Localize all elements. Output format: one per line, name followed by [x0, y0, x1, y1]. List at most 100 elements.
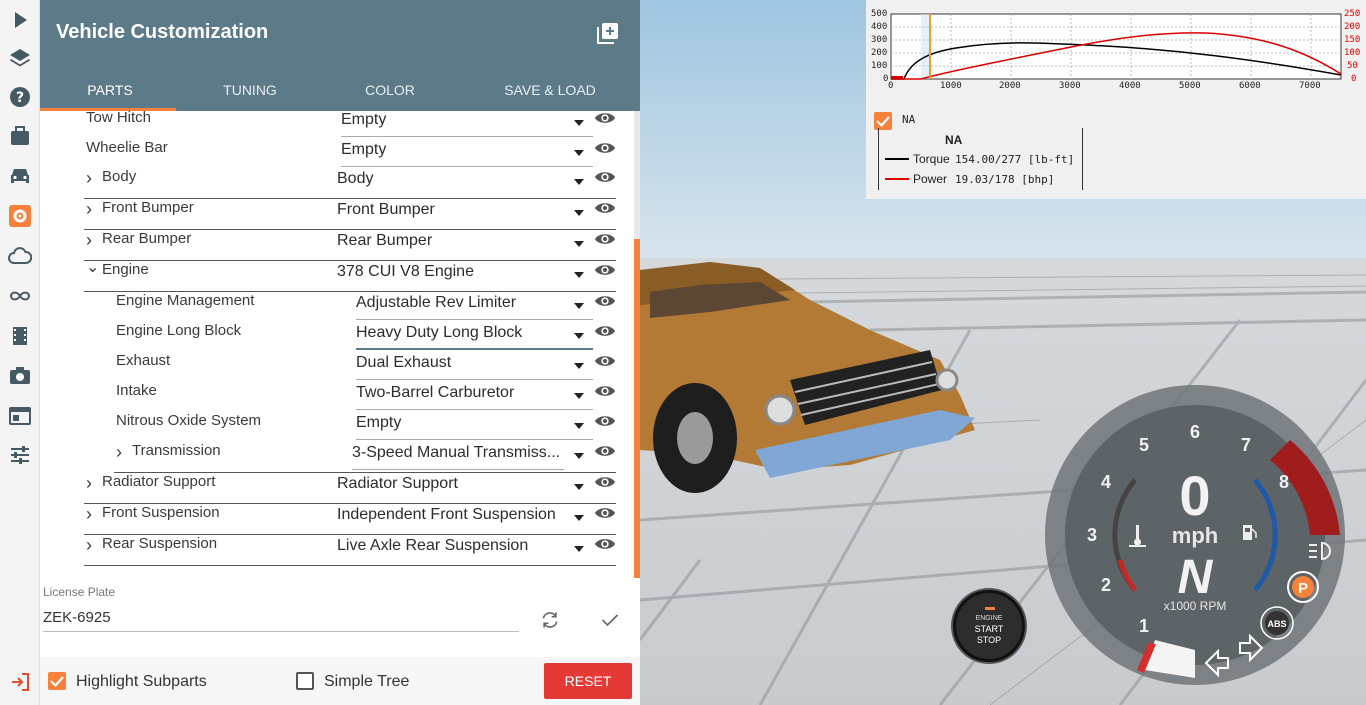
part-select[interactable]: Heavy Duty Long Block — [356, 324, 593, 350]
tab-parts[interactable]: PARTS — [40, 68, 180, 111]
dropdown-caret-icon[interactable] — [574, 453, 584, 459]
part-select[interactable]: Empty — [341, 141, 593, 167]
part-select[interactable]: Rear Bumper — [337, 232, 593, 258]
part-row: Engine Long Block Heavy Duty Long Block — [84, 322, 616, 352]
expand-chevron-icon[interactable]: › — [86, 504, 98, 525]
visibility-eye-icon[interactable] — [594, 200, 616, 216]
new-window-icon[interactable] — [596, 21, 620, 45]
dropdown-caret-icon[interactable] — [574, 120, 584, 126]
part-select[interactable]: Empty — [356, 414, 593, 440]
license-plate-input[interactable]: ZEK-6925 — [43, 606, 519, 632]
camera-icon[interactable] — [0, 355, 40, 395]
expand-chevron-icon[interactable]: › — [116, 442, 128, 463]
simple-tree-checkbox[interactable] — [296, 672, 314, 690]
part-row: Engine Management Adjustable Rev Limiter — [84, 292, 616, 322]
y-right-tick: 200 — [1344, 22, 1361, 32]
film-icon[interactable] — [0, 316, 40, 356]
visibility-eye-icon[interactable] — [594, 474, 616, 490]
dropdown-caret-icon[interactable] — [574, 546, 584, 552]
collapse-chevron-icon[interactable]: ⌄ — [86, 257, 99, 277]
part-label: Body — [102, 168, 137, 185]
play-icon[interactable] — [0, 0, 40, 40]
part-select[interactable]: Adjustable Rev Limiter — [356, 294, 593, 320]
visibility-eye-icon[interactable] — [594, 536, 616, 552]
part-select[interactable]: Radiator Support — [337, 475, 593, 501]
dropdown-caret-icon[interactable] — [574, 179, 584, 185]
highlight-subparts-label: Highlight Subparts — [76, 673, 207, 690]
dropdown-caret-icon[interactable] — [574, 515, 584, 521]
dropdown-caret-icon[interactable] — [574, 272, 584, 278]
apply-plate-icon[interactable] — [600, 610, 620, 630]
expand-chevron-icon[interactable]: › — [86, 230, 98, 251]
layers-icon[interactable] — [0, 38, 40, 78]
part-row: › Radiator Support Radiator Support — [84, 473, 616, 504]
randomize-plate-icon[interactable] — [540, 610, 560, 630]
x-tick: 2000 — [999, 81, 1021, 91]
part-row: Exhaust Dual Exhaust — [84, 352, 616, 382]
expand-chevron-icon[interactable]: › — [86, 473, 98, 494]
infinity-icon[interactable] — [0, 276, 40, 316]
dropdown-caret-icon[interactable] — [574, 393, 584, 399]
y-left-tick: 200 — [871, 48, 888, 58]
dropdown-caret-icon[interactable] — [574, 150, 584, 156]
part-row: ⌄ Engine 378 CUI V8 Engine — [84, 259, 616, 292]
x-tick: 0 — [888, 81, 894, 91]
exit-icon[interactable] — [0, 662, 40, 702]
visibility-eye-icon[interactable] — [594, 262, 616, 278]
part-select[interactable]: Dual Exhaust — [356, 354, 593, 380]
part-row: › Front Suspension Independent Front Suspe… — [84, 504, 616, 535]
dropdown-caret-icon[interactable] — [574, 333, 584, 339]
dropdown-caret-icon[interactable] — [574, 484, 584, 490]
part-row: Wheelie Bar Empty — [84, 139, 616, 169]
y-right-tick: 50 — [1347, 61, 1358, 71]
help-icon[interactable]: ? — [0, 77, 40, 117]
engine-start-stop-button[interactable]: ENGINE START STOP — [953, 590, 1025, 662]
tab-color[interactable]: COLOR — [320, 68, 460, 111]
rpm-number: 6 — [1190, 422, 1200, 442]
visibility-eye-icon[interactable] — [594, 293, 616, 309]
tab-save-load[interactable]: SAVE & LOAD — [460, 68, 640, 111]
visibility-eye-icon[interactable] — [594, 505, 616, 521]
visibility-eye-icon[interactable] — [594, 231, 616, 247]
visibility-eye-icon[interactable] — [594, 323, 616, 339]
dropdown-caret-icon[interactable] — [574, 303, 584, 309]
visibility-eye-icon[interactable] — [594, 443, 616, 459]
rpm-unit-label: x1000 RPM — [1164, 599, 1227, 613]
part-select[interactable]: 3-Speed Manual Transmiss... — [352, 444, 564, 470]
visibility-eye-icon[interactable] — [594, 353, 616, 369]
sliders-icon[interactable] — [0, 435, 40, 475]
tab-tuning[interactable]: TUNING — [180, 68, 320, 111]
dropdown-caret-icon[interactable] — [574, 423, 584, 429]
car-icon[interactable] — [0, 156, 40, 196]
visibility-eye-icon[interactable] — [594, 413, 616, 429]
vehicle-customization-panel: Vehicle Customization PARTS TUNING COLOR… — [40, 0, 640, 705]
part-label: Rear Bumper — [102, 230, 192, 247]
visibility-eye-icon[interactable] — [594, 383, 616, 399]
scrollbar-thumb[interactable] — [634, 239, 640, 578]
visibility-eye-icon[interactable] — [594, 140, 616, 156]
dropdown-caret-icon[interactable] — [574, 241, 584, 247]
dropdown-caret-icon[interactable] — [574, 363, 584, 369]
mission-case-icon[interactable] — [0, 116, 40, 156]
part-label: Front Bumper — [102, 199, 194, 216]
part-select[interactable]: Live Axle Rear Suspension — [337, 537, 593, 563]
dropdown-caret-icon[interactable] — [574, 210, 584, 216]
part-select[interactable]: Two-Barrel Carburetor — [356, 384, 593, 410]
part-select[interactable]: Body — [337, 170, 593, 196]
gauge-cluster: 1 2 3 4 5 6 7 8 0 mph N x1000 RPM P ABS — [1045, 385, 1345, 685]
highlight-subparts-checkbox[interactable] — [48, 672, 66, 690]
visibility-eye-icon[interactable] — [594, 111, 616, 126]
vehicle-config-icon[interactable] — [0, 196, 40, 236]
expand-chevron-icon[interactable]: › — [86, 535, 98, 556]
cloud-icon[interactable] — [0, 236, 40, 276]
part-select[interactable]: Independent Front Suspension — [337, 506, 593, 532]
expand-chevron-icon[interactable]: › — [86, 199, 98, 220]
expand-chevron-icon[interactable]: › — [86, 168, 98, 189]
part-row: › Rear Bumper Rear Bumper — [84, 230, 616, 261]
part-select[interactable]: Front Bumper — [337, 201, 593, 227]
reset-button[interactable]: RESET — [544, 663, 632, 699]
ui-apps-icon[interactable] — [0, 396, 40, 436]
visibility-eye-icon[interactable] — [594, 169, 616, 185]
part-select[interactable]: Empty — [341, 111, 593, 137]
part-select[interactable]: 378 CUI V8 Engine — [337, 263, 593, 289]
